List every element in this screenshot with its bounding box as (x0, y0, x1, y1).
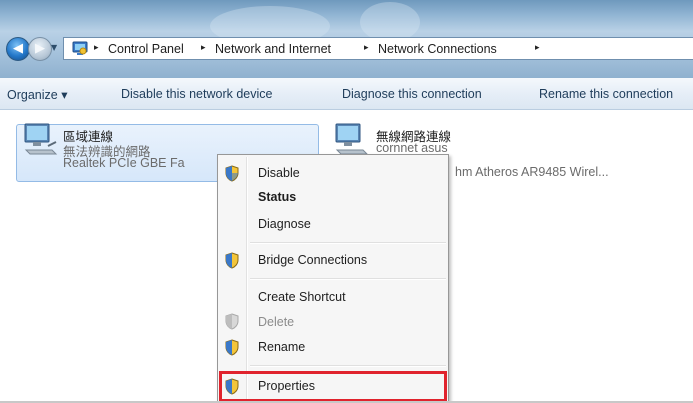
wireless-adapter-icon (335, 123, 369, 155)
network-adapter-icon (24, 123, 58, 155)
connection-device: Realtek PCIe GBE Fa (63, 156, 185, 170)
breadcrumb-separator[interactable]: ▸ (535, 43, 540, 53)
uac-shield-icon-disabled (225, 313, 239, 330)
breadcrumb-separator[interactable]: ▸ (94, 43, 99, 53)
breadcrumb-control-panel[interactable]: Control Panel (108, 42, 184, 56)
menu-item-disable[interactable]: Disable (258, 166, 300, 180)
menu-item-status[interactable]: Status (258, 190, 296, 204)
uac-shield-icon (225, 339, 239, 356)
uac-shield-icon (225, 165, 239, 182)
menu-gutter (246, 157, 248, 400)
connection-device: hm Atheros AR9485 Wirel... (455, 165, 609, 179)
breadcrumb-network-and-internet[interactable]: Network and Internet (215, 42, 331, 56)
back-button[interactable]: ◀ (6, 37, 30, 61)
menu-item-rename[interactable]: Rename (258, 340, 305, 354)
menu-item-bridge-connections[interactable]: Bridge Connections (258, 253, 367, 267)
menu-item-create-shortcut[interactable]: Create Shortcut (258, 290, 346, 304)
breadcrumb-separator[interactable]: ▸ (201, 43, 206, 53)
menu-item-delete: Delete (258, 315, 295, 329)
breadcrumb-separator[interactable]: ▸ (364, 43, 369, 53)
back-arrow-icon: ◀ (13, 41, 23, 56)
breadcrumb-network-connections[interactable]: Network Connections (378, 42, 497, 56)
recent-pages-dropdown[interactable]: ▼ (51, 43, 61, 53)
context-menu: Disable Status Diagnose Bridge Connectio… (217, 154, 449, 403)
properties-highlight-box (219, 371, 447, 402)
glass-decoration (360, 2, 420, 42)
diagnose-connection-button[interactable]: Diagnose this connection (342, 87, 482, 101)
connection-status: cornnet asus (376, 141, 448, 155)
uac-shield-icon (225, 252, 239, 269)
control-panel-icon (72, 41, 88, 55)
forward-arrow-icon: ▶ (35, 41, 45, 56)
forward-button[interactable]: ▶ (28, 37, 52, 61)
organize-button[interactable]: Organize ▾ (7, 87, 67, 102)
menu-separator (250, 278, 446, 280)
menu-separator (250, 242, 446, 244)
address-bar[interactable]: ▸ Control Panel ▸ Network and Internet ▸… (63, 37, 693, 60)
command-bar: Organize ▾ Disable this network device D… (0, 78, 693, 110)
disable-device-button[interactable]: Disable this network device (121, 87, 272, 101)
rename-connection-button[interactable]: Rename this connection (539, 87, 673, 101)
menu-item-diagnose[interactable]: Diagnose (258, 217, 311, 231)
menu-separator (250, 365, 446, 367)
